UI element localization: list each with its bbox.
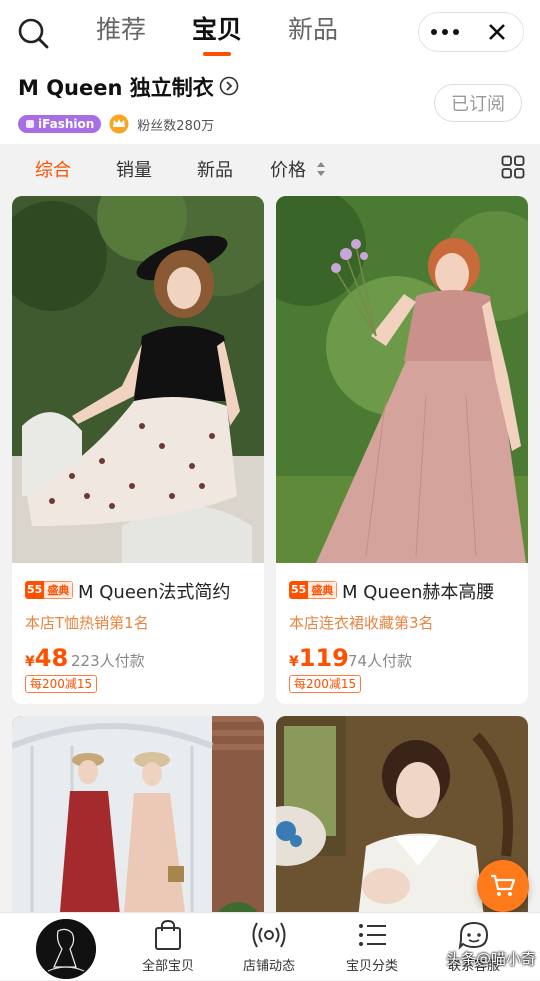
ifashion-label: iFashion [38,117,95,131]
shop-badges: iFashion 粉丝数280万 [18,114,214,134]
sort-price[interactable]: 价格 [270,156,306,182]
bag-icon [155,919,181,950]
nav-all-items[interactable]: 全部宝贝 [128,919,208,974]
nav-categories[interactable]: 宝贝分类 [332,919,412,974]
product-card[interactable]: 55 盛典 M Queen法式简约 本店T恤热销第1名 ¥48 223人付款 每… [12,196,264,704]
product-title: M Queen法式简约 [78,582,231,603]
product-price: ¥48 [25,644,68,672]
list-icon [359,924,386,946]
badge-number: 55 [25,581,45,599]
product-rank: 本店T恤热销第1名 [25,614,149,632]
cart-icon [491,874,516,896]
badge-number: 55 [289,581,309,599]
floating-cart-button[interactable] [477,860,529,912]
product-image [12,716,264,936]
close-icon[interactable] [471,13,523,51]
mini-program-capsule [418,12,524,52]
tab-label: 宝贝 [192,15,243,44]
badge-text: 盛典 [44,581,74,599]
sort-new[interactable]: 新品 [197,156,233,182]
bottom-nav: 全部宝贝 店铺动态 宝贝分类 联系客服 [0,912,540,981]
crown-icon [109,114,129,134]
tab-label: 推荐 [96,15,147,44]
festival-badge: 55 盛典 [25,581,74,599]
festival-badge: 55 盛典 [289,581,338,599]
tab-items[interactable]: 宝贝 [192,12,242,62]
sold-count: 74人付款 [348,652,413,670]
subscribe-button[interactable]: 已订阅 [434,84,522,122]
top-tabs: 推荐 宝贝 新品 [96,12,338,62]
product-rank: 本店连衣裙收藏第3名 [289,614,434,632]
tab-label: 新品 [288,15,339,44]
product-card[interactable]: 55 盛典 M Queen赫本高腰 本店连衣裙收藏第3名 ¥119 74人付款 … [276,196,528,704]
chat-icon [458,921,489,950]
currency-symbol: ¥ [25,654,35,670]
product-card[interactable] [12,716,264,936]
top-bar: 推荐 宝贝 新品 [0,0,540,66]
more-icon[interactable] [419,13,471,51]
watermark: 头条@喵小奇 [446,950,537,968]
tab-underline [203,52,232,56]
price-value: 48 [34,644,69,672]
price-value: 119 [298,644,349,672]
shop-logo[interactable] [34,917,98,981]
nav-label: 全部宝贝 [141,959,194,974]
chevron-right-circle-icon[interactable] [219,76,239,96]
sort-sales[interactable]: 销量 [116,156,152,182]
search-icon[interactable] [16,16,50,50]
sort-arrows-icon[interactable] [316,159,326,179]
sort-comprehensive[interactable]: 综合 [35,156,71,182]
broadcast-icon [252,922,286,948]
product-image [276,196,528,563]
product-price: ¥119 [289,644,349,672]
badge-text: 盛典 [308,581,338,599]
fan-count: 粉丝数280万 [137,118,215,134]
product-image [12,196,264,563]
tab-recommend[interactable]: 推荐 [96,12,146,62]
promo-tag: 每200减15 [25,675,98,693]
tab-new[interactable]: 新品 [288,12,338,62]
nav-label: 宝贝分类 [345,959,398,974]
sort-bar: 综合 销量 新品 价格 [0,144,540,194]
promo-tag: 每200减15 [289,675,362,693]
tag-icon [26,120,34,128]
nav-label: 店铺动态 [242,959,295,974]
nav-shop-feed[interactable]: 店铺动态 [229,919,309,974]
logo-icon [36,919,96,979]
sold-count: 223人付款 [71,652,145,670]
shop-name[interactable]: M Queen 独立制衣 [18,72,214,102]
product-title: M Queen赫本高腰 [342,582,495,603]
shop-header: M Queen 独立制衣 iFashion 粉丝数280万 已订阅 [0,66,540,144]
ifashion-badge: iFashion [18,115,102,133]
grid-view-icon[interactable] [501,155,525,179]
currency-symbol: ¥ [289,654,299,670]
